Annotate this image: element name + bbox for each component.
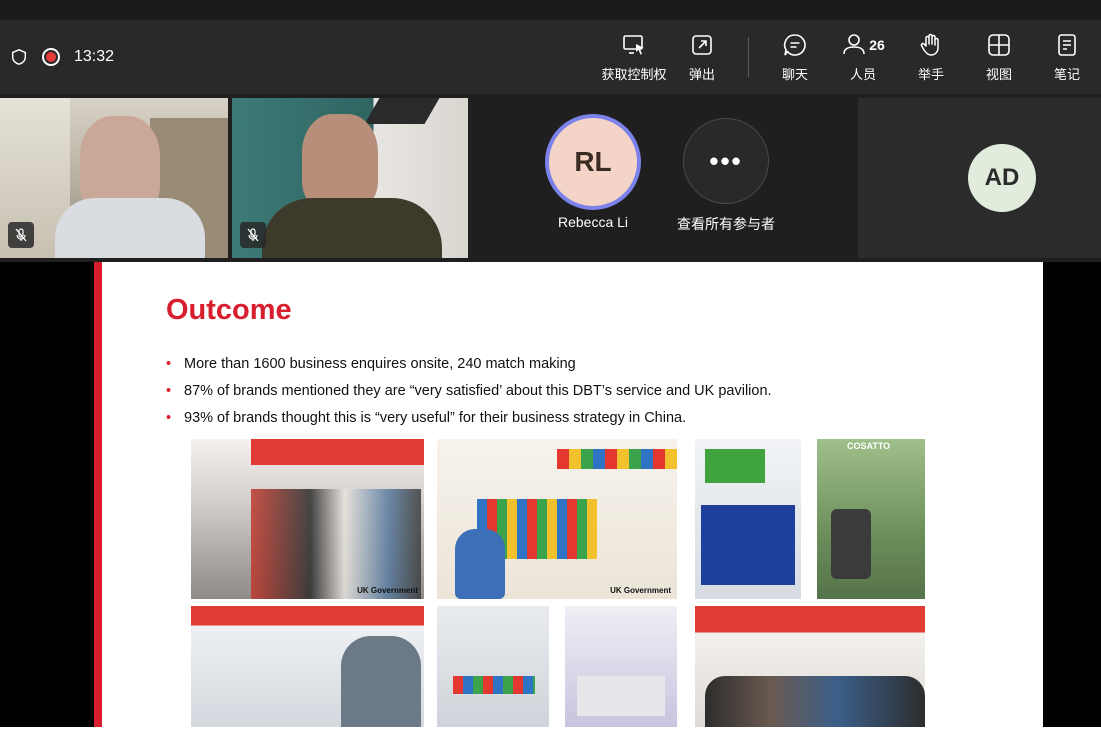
video-tile[interactable] bbox=[0, 98, 228, 258]
list-item: 93% of brands thought this is “very usef… bbox=[166, 410, 772, 427]
take-control-label: 获取控制权 bbox=[601, 66, 667, 82]
view-icon bbox=[988, 33, 1010, 56]
avatar: AD bbox=[968, 144, 1036, 212]
participant-video-body bbox=[55, 198, 205, 258]
mic-off-badge bbox=[8, 222, 34, 248]
participant-name: Rebecca Li bbox=[557, 214, 629, 230]
people-icon-row: 26 bbox=[841, 32, 885, 58]
avatar[interactable]: RL bbox=[545, 114, 641, 210]
raise-hand-icon bbox=[920, 33, 939, 56]
booth-photo: UK Government bbox=[437, 439, 677, 599]
notes-button[interactable]: 笔记 bbox=[1033, 20, 1101, 94]
people-label: 人员 bbox=[849, 66, 876, 82]
photo-display-panel bbox=[701, 505, 795, 585]
meeting-toolbar: 13:32 获取控制权 弹出 聊天 26 人员 举手 视图 笔记 bbox=[0, 20, 1101, 94]
photo-shelf-products bbox=[453, 676, 535, 694]
people-button[interactable]: 26 人员 bbox=[829, 20, 897, 94]
take-control-icon bbox=[623, 34, 644, 55]
video-tile[interactable] bbox=[232, 98, 468, 258]
view-label: 视图 bbox=[985, 66, 1012, 82]
booth-photo: COSATTO bbox=[817, 439, 925, 599]
shield-icon bbox=[11, 49, 27, 65]
participant-count: 26 bbox=[869, 36, 885, 53]
photo-visitor bbox=[341, 636, 421, 727]
wall-beam bbox=[364, 98, 440, 124]
people-icon bbox=[843, 33, 866, 54]
meeting-status: 13:32 bbox=[0, 48, 114, 66]
toolbar-divider bbox=[748, 37, 749, 77]
view-button[interactable]: 视图 bbox=[965, 20, 1033, 94]
mic-off-badge bbox=[240, 222, 266, 248]
booth-photo bbox=[437, 606, 549, 727]
recording-icon bbox=[42, 48, 60, 66]
photo-crowd bbox=[251, 489, 421, 599]
pop-out-button[interactable]: 弹出 bbox=[668, 20, 736, 94]
booth-photo: UK Government bbox=[191, 439, 424, 599]
photo-sign bbox=[705, 449, 765, 483]
booth-photo bbox=[695, 606, 925, 727]
chat-button[interactable]: 聊天 bbox=[761, 20, 829, 94]
chat-icon bbox=[783, 33, 806, 56]
take-control-button[interactable]: 获取控制权 bbox=[600, 20, 668, 94]
chat-label: 聊天 bbox=[781, 66, 808, 82]
meeting-window: 13:32 获取控制权 弹出 聊天 26 人员 举手 视图 笔记 RL Rebe… bbox=[0, 0, 1101, 737]
mic-off-icon bbox=[247, 228, 259, 242]
slide-title: Outcome bbox=[166, 294, 292, 326]
raise-hand-label: 举手 bbox=[917, 66, 944, 82]
photo-mascot bbox=[455, 529, 505, 599]
notes-icon bbox=[1058, 33, 1076, 56]
photo-bunting bbox=[557, 449, 677, 469]
meeting-timer: 13:32 bbox=[74, 48, 115, 65]
toolbar-actions: 获取控制权 弹出 聊天 26 人员 举手 视图 笔记 bbox=[600, 20, 1101, 94]
video-tile[interactable]: AD bbox=[858, 98, 1101, 258]
participant-video-face bbox=[302, 114, 378, 210]
photo-shelf bbox=[577, 676, 665, 716]
booth-photo bbox=[191, 606, 424, 727]
pop-out-label: 弹出 bbox=[688, 66, 715, 82]
participant-video-body bbox=[262, 198, 442, 258]
title-strip bbox=[0, 0, 1101, 20]
view-all-participants-label: 查看所有参与者 bbox=[677, 216, 775, 232]
slide-bullets: More than 1600 business enquires onsite,… bbox=[166, 356, 772, 437]
photo-red-banner bbox=[251, 439, 424, 465]
bottom-edge bbox=[0, 727, 1101, 737]
photo-caption: UK Government bbox=[610, 586, 671, 595]
shared-content-stage: Outcome More than 1600 business enquires… bbox=[0, 262, 1101, 727]
more-participants-button[interactable]: ••• bbox=[683, 118, 769, 204]
notes-label: 笔记 bbox=[1053, 66, 1080, 82]
photo-stroller bbox=[831, 509, 871, 579]
presentation-slide: Outcome More than 1600 business enquires… bbox=[94, 262, 1043, 727]
photo-brand-label: COSATTO bbox=[847, 441, 891, 451]
booth-photo bbox=[695, 439, 801, 599]
slide-accent-bar bbox=[94, 262, 102, 727]
booth-photo bbox=[565, 606, 677, 727]
list-item: 87% of brands mentioned they are “very s… bbox=[166, 383, 772, 400]
photo-caption: UK Government bbox=[357, 586, 418, 595]
raise-hand-button[interactable]: 举手 bbox=[897, 20, 965, 94]
list-item: More than 1600 business enquires onsite,… bbox=[166, 356, 772, 373]
pop-out-icon bbox=[692, 34, 712, 55]
photo-visitors bbox=[705, 676, 925, 727]
mic-off-icon bbox=[15, 228, 27, 242]
participant-gallery: RL Rebecca Li ••• 查看所有参与者 AD bbox=[0, 96, 1101, 260]
